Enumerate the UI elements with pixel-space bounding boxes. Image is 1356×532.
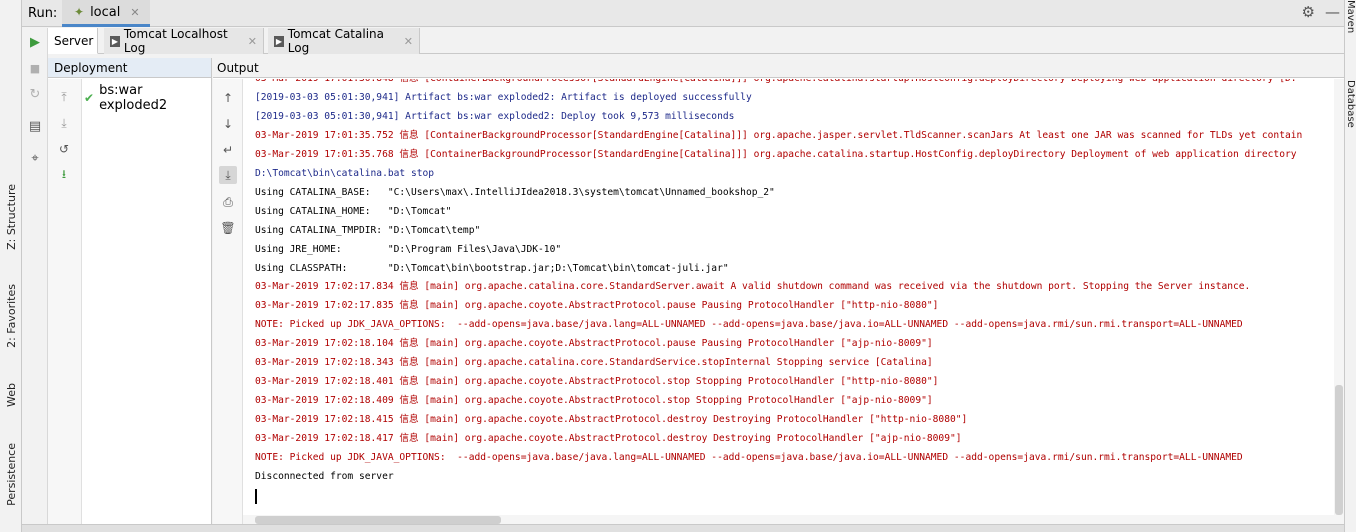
arrow-down-icon[interactable]: ↓ — [219, 115, 237, 133]
console-line: 03-Mar-2019 17:02:18.417 信息 [main] org.a… — [255, 433, 962, 445]
console-line: 03-Mar-2019 17:01:35.768 信息 [ContainerBa… — [255, 148, 1297, 160]
refresh-icon[interactable]: ↺ — [56, 141, 72, 157]
layout-icon[interactable]: ▤ — [26, 117, 44, 135]
deploy-all-icon[interactable]: ⤒ — [56, 89, 72, 105]
pin-icon[interactable]: ⌖ — [26, 149, 44, 167]
gear-icon[interactable]: ⚙ — [1302, 3, 1315, 21]
console-line: [2019-03-03 05:01:30,941] Artifact bs:wa… — [255, 110, 735, 122]
right-tool-strip: Maven Database — [1344, 0, 1356, 532]
console-line: 03-Mar-2019 17:01:35.752 信息 [ContainerBa… — [255, 129, 1303, 141]
console-line: 03-Mar-2019 17:02:18.415 信息 [main] org.a… — [255, 414, 968, 426]
tool-window-maven[interactable]: Maven — [1345, 0, 1356, 36]
console-line: NOTE: Picked up JDK_JAVA_OPTIONS: --add-… — [255, 452, 1243, 464]
console-line: Disconnected from server — [255, 471, 394, 483]
close-icon[interactable]: ✕ — [404, 35, 413, 48]
tool-window-database[interactable]: Database — [1345, 80, 1356, 131]
run-config-name: local — [90, 4, 121, 20]
rerun-icon[interactable]: ↻ — [26, 85, 44, 103]
tab-tomcat-catalina-log[interactable]: ▶ Tomcat Catalina Log ✕ — [268, 27, 420, 55]
console-output[interactable]: 03-Mar-2019 17:01:30.848 信息 [ContainerBa… — [243, 79, 1344, 515]
deployment-header: Deployment — [48, 58, 211, 78]
scroll-to-end-icon[interactable]: ⤓ — [219, 166, 237, 184]
output-panel: Output ↑ ↓ ↵ ⤓ ⎙ 🗑 03-Mar-2019 17:01:30.… — [213, 58, 1344, 532]
play-icon[interactable]: ▶ — [26, 33, 44, 51]
console-line: 03-Mar-2019 17:02:17.834 信息 [main] org.a… — [255, 281, 1251, 293]
tomcat-icon: ✦ — [74, 5, 85, 19]
tool-window-persistence[interactable]: Persistence — [0, 432, 22, 516]
maven-label: Maven — [1345, 0, 1356, 34]
trash-icon[interactable]: 🗑 — [219, 219, 237, 237]
web-label: Web — [4, 383, 18, 407]
console-line: 03-Mar-2019 17:02:17.835 信息 [main] org.a… — [255, 300, 939, 312]
vertical-scrollbar-thumb[interactable] — [1335, 385, 1343, 515]
console-line: 03-Mar-2019 17:02:18.401 信息 [main] org.a… — [255, 376, 939, 388]
tab-localhost-log-label: Tomcat Localhost Log — [123, 27, 228, 55]
stop-icon[interactable]: ■ — [26, 59, 44, 77]
minimize-icon[interactable]: — — [1325, 3, 1340, 21]
soft-wrap-icon[interactable]: ↵ — [219, 141, 237, 159]
tab-catalina-log-label: Tomcat Catalina Log — [287, 27, 384, 55]
header-actions: ⚙ — — [1302, 3, 1340, 21]
tool-window-favorites[interactable]: 2: Favorites — [0, 276, 22, 356]
run-toolbar: ▶ ■ ↻ ▤ ⌖ — [22, 28, 48, 532]
tab-tomcat-localhost-log[interactable]: ▶ Tomcat Localhost Log ✕ — [104, 27, 264, 55]
console-line: Using JRE_HOME: "D:\Program Files\Java\J… — [255, 243, 562, 255]
favorites-label: 2: Favorites — [4, 284, 18, 348]
console-line: 03-Mar-2019 17:01:30.848 信息 [ContainerBa… — [255, 79, 1344, 89]
console-line: [2019-03-03 05:01:30,941] Artifact bs:wa… — [255, 91, 752, 103]
left-tool-strip: Z: Structure 2: Favorites Web Persistenc… — [0, 0, 22, 532]
console-line: Using CLASSPATH: "D:\Tomcat\bin\bootstra… — [255, 262, 729, 274]
run-label: Run: — [28, 6, 58, 21]
console-line: Using CATALINA_HOME: "D:\Tomcat" — [255, 205, 452, 217]
run-header: Run: ✦ local ✕ ⚙ — — [22, 0, 1344, 27]
console-line: 03-Mar-2019 17:02:18.409 信息 [main] org.a… — [255, 395, 933, 407]
structure-label: Z: Structure — [4, 184, 18, 250]
deploy-icon[interactable]: ⭳ — [56, 167, 72, 183]
tool-window-web[interactable]: Web — [0, 370, 22, 420]
console-line: Using CATALINA_BASE: "C:\Users\max\.Inte… — [255, 186, 775, 198]
console-line: 03-Mar-2019 17:02:18.104 信息 [main] org.a… — [255, 338, 933, 350]
log-icon: ▶ — [274, 35, 284, 47]
deployment-panel: Deployment ⤒ ⤓ ↺ ⭳ ✔ bs:war exploded2 — [48, 58, 212, 532]
vertical-scrollbar[interactable] — [1334, 79, 1344, 515]
deployment-item-label: bs:war exploded2 — [99, 83, 168, 113]
text-cursor — [255, 488, 257, 504]
console-line: D:\Tomcat\bin\catalina.bat stop — [255, 167, 435, 179]
arrow-up-icon[interactable]: ↑ — [219, 89, 237, 107]
output-toolbar: ↑ ↓ ↵ ⤓ ⎙ 🗑 — [213, 79, 243, 532]
output-header: Output — [213, 58, 1344, 78]
close-icon[interactable]: ✕ — [130, 6, 139, 19]
horizontal-scrollbar-thumb[interactable] — [255, 516, 501, 524]
run-config-tab[interactable]: ✦ local ✕ — [62, 0, 150, 27]
server-tabs: Server ▶ Tomcat Localhost Log ✕ ▶ Tomcat… — [48, 27, 1344, 55]
tab-server-label: Server — [54, 33, 94, 48]
print-icon[interactable]: ⎙ — [219, 193, 237, 211]
tab-server[interactable]: Server — [48, 28, 98, 54]
undeploy-icon[interactable]: ⤓ — [56, 115, 72, 131]
log-icon: ▶ — [110, 35, 120, 47]
console-line: NOTE: Picked up JDK_JAVA_OPTIONS: --add-… — [255, 319, 1243, 331]
console-line: Using CATALINA_TMPDIR: "D:\Tomcat\temp" — [255, 224, 481, 236]
close-icon[interactable]: ✕ — [248, 35, 257, 48]
deployment-item[interactable]: ✔ bs:war exploded2 — [84, 83, 211, 113]
persistence-label: Persistence — [4, 442, 18, 506]
status-bar — [22, 524, 1344, 532]
database-label: Database — [1345, 80, 1356, 128]
deployment-toolbar: ⤒ ⤓ ↺ ⭳ — [48, 79, 82, 532]
tool-window-structure[interactable]: Z: Structure — [0, 176, 22, 258]
check-icon: ✔ — [84, 91, 95, 105]
console-line: 03-Mar-2019 17:02:18.343 信息 [main] org.a… — [255, 357, 933, 369]
